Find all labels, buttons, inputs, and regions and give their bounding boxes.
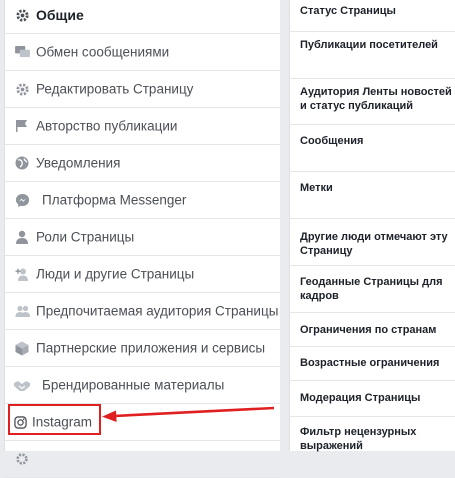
add-person-icon bbox=[14, 266, 30, 282]
sidebar-item-people-and-pages[interactable]: Люди и другие Страницы bbox=[5, 256, 280, 293]
sidebar-item-post-attribution[interactable]: Авторство публикации bbox=[5, 108, 280, 145]
sidebar-item-label: Люди и другие Страницы bbox=[36, 266, 195, 282]
sidebar-item-label: Партнерские приложения и сервисы bbox=[36, 340, 266, 356]
sidebar-item-label: Редактировать Страницу bbox=[36, 81, 194, 97]
setting-label: Публикации посетителей bbox=[300, 39, 438, 51]
sidebar-item-label: Платформа Messenger bbox=[42, 192, 187, 208]
gear-icon bbox=[14, 81, 30, 97]
cube-icon bbox=[14, 340, 30, 356]
gear-icon bbox=[14, 451, 30, 467]
people-icon bbox=[14, 303, 30, 319]
setting-row-page-location-frames[interactable]: Геоданные Страницы для кадров bbox=[290, 266, 455, 313]
sidebar-item-edit-page[interactable]: Редактировать Страницу bbox=[5, 71, 280, 108]
setting-label: Геоданные Страницы для кадров bbox=[300, 276, 443, 302]
sidebar-item-branded-content[interactable]: Брендированные материалы bbox=[5, 367, 280, 404]
sidebar-item-partial[interactable] bbox=[5, 441, 280, 478]
sidebar-item-label: Уведомления bbox=[36, 155, 121, 171]
sidebar-item-label: Авторство публикации bbox=[36, 118, 178, 134]
setting-label: Аудитория Ленты новостей и статус публик… bbox=[300, 86, 452, 112]
sidebar-item-label: Общие bbox=[36, 7, 84, 23]
setting-row-news-feed-audience[interactable]: Аудитория Ленты новостей и статус публик… bbox=[290, 79, 455, 125]
setting-label: Статус Страницы bbox=[300, 5, 396, 17]
sidebar-item-partner-apps[interactable]: Партнерские приложения и сервисы bbox=[5, 330, 280, 367]
setting-label: Сообщения bbox=[300, 135, 364, 147]
setting-row-profanity-filter[interactable]: Фильтр нецензурных выражений bbox=[290, 417, 455, 452]
sidebar-item-messaging[interactable]: Обмен сообщениями bbox=[5, 34, 280, 71]
setting-label: Возрастные ограничения bbox=[300, 357, 440, 369]
setting-row-page-moderation[interactable]: Модерация Страницы bbox=[290, 381, 455, 417]
sidebar-item-page-roles[interactable]: Роли Страницы bbox=[5, 219, 280, 256]
setting-label: Метки bbox=[300, 182, 333, 194]
sidebar-item-label: Предпочитаемая аудитория Страницы bbox=[36, 303, 279, 319]
gear-icon bbox=[14, 7, 30, 23]
sidebar-item-notifications[interactable]: Уведомления bbox=[5, 145, 280, 182]
setting-label: Другие люди отмечают эту Страницу bbox=[300, 231, 448, 257]
person-icon bbox=[14, 229, 30, 245]
setting-row-others-tagging[interactable]: Другие люди отмечают эту Страницу bbox=[290, 219, 455, 266]
globe-icon bbox=[14, 155, 30, 171]
gutter bbox=[280, 0, 289, 451]
setting-row-page-status[interactable]: Статус Страницы bbox=[290, 0, 455, 32]
messenger-icon bbox=[14, 192, 30, 208]
chat-icon bbox=[14, 44, 30, 60]
sidebar-item-label: Брендированные материалы bbox=[42, 377, 225, 393]
sidebar-item-preferred-audience[interactable]: Предпочитаемая аудитория Страницы bbox=[5, 293, 280, 330]
flag-icon bbox=[14, 118, 30, 134]
sidebar-item-label: Обмен сообщениями bbox=[36, 44, 170, 60]
instagram-highlight-box bbox=[8, 404, 101, 435]
sidebar-item-messenger-platform[interactable]: Платформа Messenger bbox=[5, 182, 280, 219]
sidebar-item-general[interactable]: Общие bbox=[5, 0, 280, 34]
settings-sidebar: Общие Обмен сообщениями Редактировать Ст… bbox=[4, 0, 281, 478]
setting-label: Ограничения по странам bbox=[300, 324, 437, 336]
annotation-arrow bbox=[102, 406, 275, 422]
setting-row-visitor-posts[interactable]: Публикации посетителей bbox=[290, 32, 455, 79]
setting-label: Фильтр нецензурных выражений bbox=[300, 426, 417, 452]
settings-panel: Статус Страницы Публикации посетителей А… bbox=[289, 0, 455, 452]
setting-row-age-restrictions[interactable]: Возрастные ограничения bbox=[290, 347, 455, 381]
setting-row-country-restrictions[interactable]: Ограничения по странам bbox=[290, 313, 455, 347]
setting-row-tags[interactable]: Метки bbox=[290, 172, 455, 219]
setting-row-messages[interactable]: Сообщения bbox=[290, 125, 455, 172]
setting-label: Модерация Страницы bbox=[300, 392, 421, 404]
sidebar-item-label: Роли Страницы bbox=[36, 229, 135, 245]
handshake-icon bbox=[14, 377, 30, 393]
